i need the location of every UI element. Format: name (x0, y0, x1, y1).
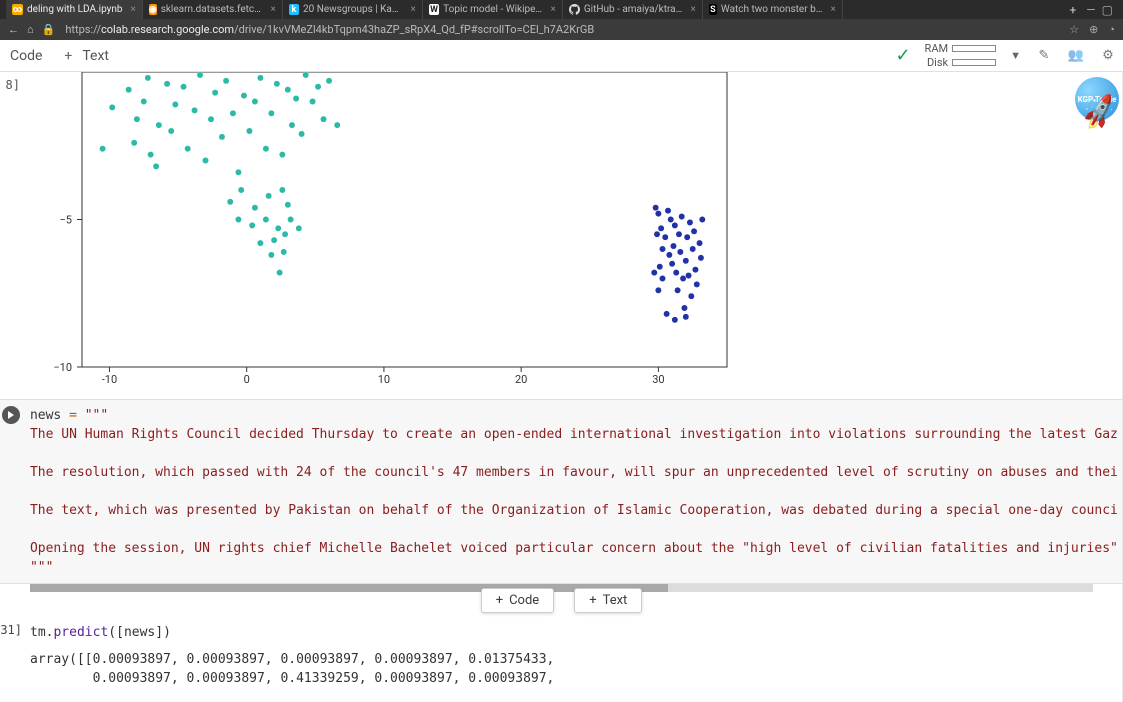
back-icon[interactable]: ← (8, 23, 19, 36)
tab-title: Topic model - Wikipedia (443, 4, 542, 15)
close-tab-icon[interactable]: × (831, 4, 836, 15)
tab-title: sklearn.datasets.fetch_20newsgr (161, 4, 263, 15)
ram-meter (952, 45, 996, 52)
notebook-area: 8] -10 0 10 20 30 −10 −5 news = """ The UN Hum… (0, 72, 1123, 702)
share-icon[interactable]: 👥 (1067, 47, 1085, 65)
code-editor[interactable]: news = """ The UN Human Rights Council d… (22, 400, 1123, 583)
channel-badge: KGP Talkie 🚀 (1059, 75, 1123, 123)
new-tab-button[interactable]: + (1063, 3, 1082, 17)
plus-icon: + (64, 48, 72, 64)
favicon-icon: W (429, 4, 439, 15)
addr-right-icons: ☆ ⊕ ◔ (1069, 23, 1115, 36)
favicon-icon: ◉ (149, 4, 157, 15)
svg-text:20: 20 (515, 373, 527, 386)
svg-text:10: 10 (378, 373, 390, 386)
browser-tab[interactable]: ∞ deling with LDA.ipynb × (6, 0, 143, 19)
svg-text:0: 0 (244, 373, 250, 386)
svg-text:−10: −10 (53, 361, 72, 374)
code-cell-news[interactable]: news = """ The UN Human Rights Council d… (0, 399, 1123, 584)
tab-title: 20 Newsgroups | Kaggle (303, 4, 403, 15)
browser-tab[interactable]: W Topic model - Wikipedia × (423, 0, 563, 19)
edit-icon[interactable]: ✎ (1035, 47, 1053, 65)
plus-icon: + (496, 593, 503, 608)
address-bar: ← ⌂ 🔒 https://colab.research.google.com/… (0, 19, 1123, 40)
inline-text-label: Text (603, 593, 628, 608)
exec-count-chart: 8] (0, 72, 20, 397)
tab-title: Watch two monster black holes (721, 4, 823, 15)
toolbar-left: Code + Text (6, 46, 113, 66)
resource-meters[interactable]: RAM Disk (925, 42, 997, 69)
toolbar-right: ✓ RAM Disk ▼ ✎ 👥 ⚙ (895, 42, 1117, 69)
maximize-icon[interactable]: ▢ (1102, 3, 1113, 17)
tab-title: deling with LDA.ipynb (27, 4, 123, 15)
tab-title: GitHub - amaiya/ktrain: ktrain is (584, 4, 683, 15)
run-icon (2, 406, 20, 424)
url-scheme: https:// (65, 23, 101, 36)
scatter-svg: -10 0 10 20 30 −10 −5 (22, 72, 737, 397)
svg-text:−5: −5 (60, 214, 72, 227)
ram-label: RAM (925, 42, 949, 55)
settings-icon[interactable]: ⚙ (1099, 47, 1117, 65)
favicon-github-icon (569, 4, 580, 15)
close-tab-icon[interactable]: × (691, 4, 696, 15)
insert-code-button[interactable]: Code (6, 46, 46, 66)
collections-icon[interactable]: ⊕ (1089, 23, 1098, 36)
nav-icons: ← ⌂ 🔒 (8, 23, 55, 36)
browser-tab[interactable]: GitHub - amaiya/ktrain: ktrain is × (563, 0, 703, 19)
url-host: colab.research.google.com (101, 23, 234, 36)
close-tab-icon[interactable]: × (551, 4, 556, 15)
colab-toolbar: Code + Text ✓ RAM Disk ▼ ✎ 👥 ⚙ (0, 40, 1123, 72)
favorite-icon[interactable]: ☆ (1069, 23, 1079, 36)
disk-label: Disk (927, 56, 948, 69)
window-controls: — ▢ (1082, 3, 1117, 17)
home-icon[interactable]: ⌂ (27, 23, 34, 36)
exec-count-predict: 31] (0, 617, 22, 648)
plus-icon: + (589, 593, 596, 608)
predict-output: array([[0.00093897, 0.00093897, 0.000938… (0, 648, 1123, 690)
scatter-plot: -10 0 10 20 30 −10 −5 (22, 72, 737, 397)
close-tab-icon[interactable]: × (271, 4, 276, 15)
profile-icon[interactable]: ◔ (1108, 23, 1115, 36)
disk-meter (952, 59, 996, 66)
svg-text:-10: -10 (102, 373, 117, 386)
favicon-icon: S (709, 4, 717, 15)
toolbar-dropdown-icon[interactable]: ▼ (1010, 49, 1021, 62)
tabs-row: ∞ deling with LDA.ipynb × ◉ sklearn.datasets… (6, 0, 1063, 19)
run-button[interactable] (0, 400, 22, 583)
browser-tab[interactable]: S Watch two monster black holes × (703, 0, 843, 19)
favicon-icon: k (289, 4, 299, 15)
inline-add-text-button[interactable]: + Text (574, 588, 642, 613)
insert-text-button[interactable]: Text (78, 46, 113, 66)
close-tab-icon[interactable]: × (411, 4, 416, 15)
browser-tabstrip: ∞ deling with LDA.ipynb × ◉ sklearn.datasets… (0, 0, 1123, 19)
browser-tab[interactable]: ◉ sklearn.datasets.fetch_20newsgr × (143, 0, 283, 19)
inline-insert-row: + Code + Text (0, 588, 1123, 613)
minimize-icon[interactable]: — (1086, 3, 1095, 17)
connected-check-icon: ✓ (895, 45, 910, 66)
url-text[interactable]: https://colab.research.google.com/drive/… (65, 23, 1059, 36)
url-path: /drive/1kvVMeZl4kbTqpm43haZP_sRpX4_Qd_fP… (234, 23, 594, 36)
predict-code[interactable]: tm.predict([news]) (22, 617, 179, 648)
code-cell-predict[interactable]: 31] tm.predict([news]) (0, 617, 1123, 648)
inline-add-code-button[interactable]: + Code (481, 588, 555, 613)
inline-code-label: Code (509, 593, 539, 608)
lock-icon: 🔒 (42, 23, 56, 36)
browser-tab[interactable]: k 20 Newsgroups | Kaggle × (283, 0, 423, 19)
chart-output-cell: 8] -10 0 10 20 30 −10 −5 (0, 72, 1123, 397)
favicon-icon: ∞ (12, 4, 23, 15)
svg-text:30: 30 (652, 373, 664, 386)
close-tab-icon[interactable]: × (131, 4, 136, 15)
